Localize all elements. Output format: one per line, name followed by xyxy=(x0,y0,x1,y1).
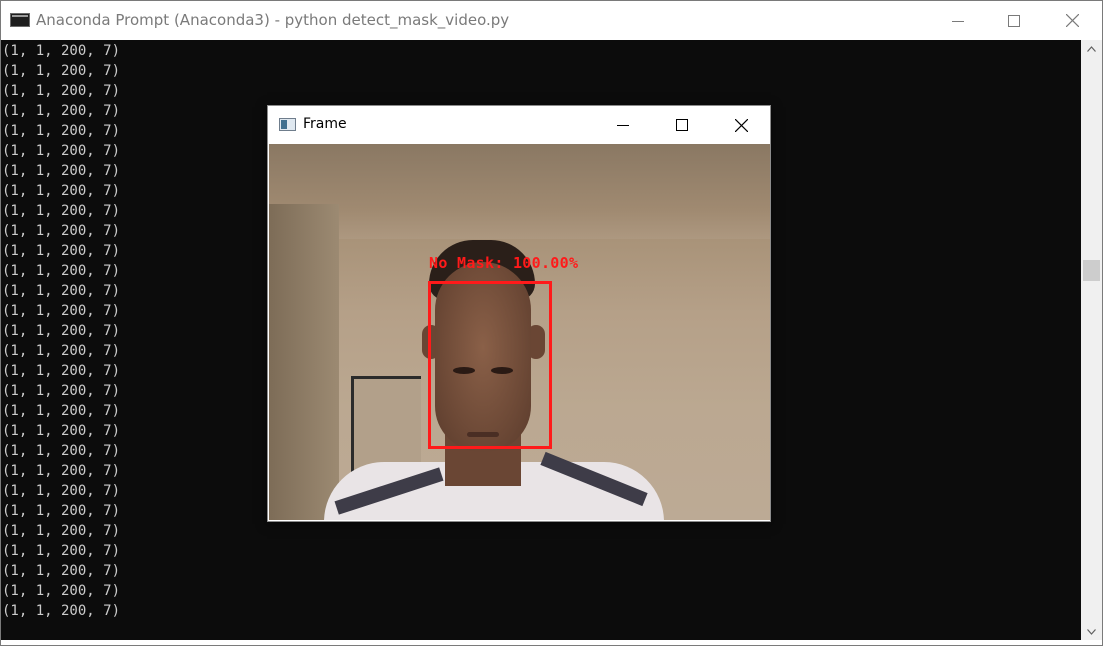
close-icon xyxy=(734,118,748,132)
detection-label: No Mask: 100.00% xyxy=(429,254,579,272)
maximize-icon xyxy=(1008,14,1020,27)
chevron-up-icon xyxy=(1087,45,1096,52)
console-line: (1, 1, 200, 7) xyxy=(2,603,121,619)
console-line: (1, 1, 200, 7) xyxy=(2,183,121,199)
console-line: (1, 1, 200, 7) xyxy=(2,263,121,279)
console-line: (1, 1, 200, 7) xyxy=(2,543,121,559)
console-line: (1, 1, 200, 7) xyxy=(2,103,121,119)
scroll-up-button[interactable] xyxy=(1081,40,1102,57)
console-line: (1, 1, 200, 7) xyxy=(2,383,121,399)
console-line: (1, 1, 200, 7) xyxy=(2,523,121,539)
console-line: (1, 1, 200, 7) xyxy=(2,403,121,419)
chevron-down-icon xyxy=(1087,628,1096,635)
minimize-icon xyxy=(952,20,964,22)
console-line: (1, 1, 200, 7) xyxy=(2,363,121,379)
frame-title: Frame xyxy=(303,116,347,132)
close-button[interactable] xyxy=(1043,1,1101,40)
console-line: (1, 1, 200, 7) xyxy=(2,63,121,79)
console-line: (1, 1, 200, 7) xyxy=(2,123,121,139)
minimize-icon xyxy=(617,125,629,126)
console-line: (1, 1, 200, 7) xyxy=(2,43,121,59)
console-line: (1, 1, 200, 7) xyxy=(2,163,121,179)
console-line: (1, 1, 200, 7) xyxy=(2,83,121,99)
console-line: (1, 1, 200, 7) xyxy=(2,563,121,579)
console-titlebar[interactable]: Anaconda Prompt (Anaconda3) - python det… xyxy=(1,1,1102,40)
console-scrollbar[interactable] xyxy=(1081,40,1102,640)
opencv-window-icon xyxy=(279,118,296,131)
console-line: (1, 1, 200, 7) xyxy=(2,323,121,339)
console-line: (1, 1, 200, 7) xyxy=(2,483,121,499)
close-icon xyxy=(1065,14,1079,27)
detection-box xyxy=(428,281,552,449)
console-line: (1, 1, 200, 7) xyxy=(2,143,121,159)
console-line: (1, 1, 200, 7) xyxy=(2,443,121,459)
console-icon xyxy=(10,13,30,27)
console-line: (1, 1, 200, 7) xyxy=(2,463,121,479)
console-line: (1, 1, 200, 7) xyxy=(2,503,121,519)
scroll-down-button[interactable] xyxy=(1081,623,1102,640)
frame-maximize-button[interactable] xyxy=(653,106,711,144)
frame-window: Frame No Mask: 100.00% xyxy=(267,105,771,522)
console-line: (1, 1, 200, 7) xyxy=(2,223,121,239)
frame-minimize-button[interactable] xyxy=(594,106,652,144)
console-line: (1, 1, 200, 7) xyxy=(2,283,121,299)
camera-ceiling xyxy=(269,144,770,239)
console-title: Anaconda Prompt (Anaconda3) - python det… xyxy=(36,11,510,29)
console-line: (1, 1, 200, 7) xyxy=(2,583,121,599)
console-lines: (1, 1, 200, 7) (1, 1, 200, 7) (1, 1, 200, … xyxy=(2,41,120,621)
console-line: (1, 1, 200, 7) xyxy=(2,423,121,439)
console-line: (1, 1, 200, 7) xyxy=(2,243,121,259)
console-line: (1, 1, 200, 7) xyxy=(2,203,121,219)
camera-feed: No Mask: 100.00% xyxy=(269,144,770,520)
scroll-thumb[interactable] xyxy=(1083,260,1100,281)
console-line: (1, 1, 200, 7) xyxy=(2,303,121,319)
maximize-button[interactable] xyxy=(985,1,1043,40)
maximize-icon xyxy=(676,119,688,131)
shirt-stripe xyxy=(540,451,648,507)
camera-left-wall xyxy=(269,204,339,520)
frame-close-button[interactable] xyxy=(712,106,770,144)
minimize-button[interactable] xyxy=(929,1,987,40)
frame-titlebar[interactable]: Frame xyxy=(268,106,770,144)
console-line: (1, 1, 200, 7) xyxy=(2,343,121,359)
